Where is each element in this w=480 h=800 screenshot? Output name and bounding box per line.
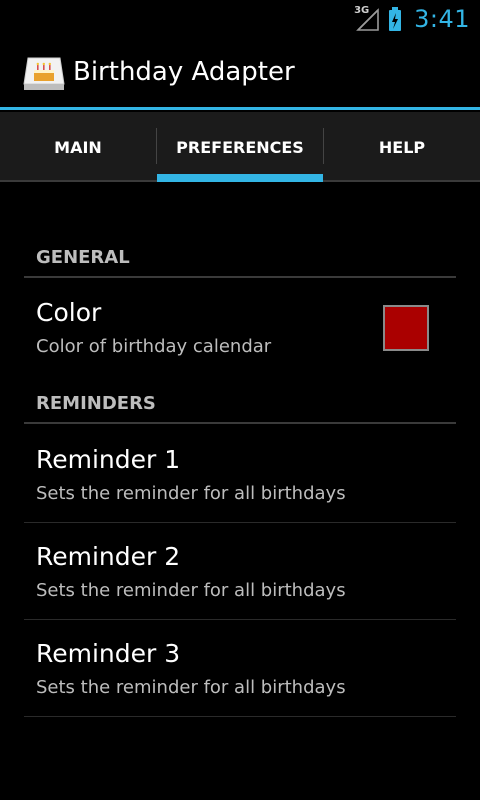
reminder-1-preference[interactable]: Reminder 1 Sets the reminder for all bir…	[24, 426, 456, 523]
tab-preferences[interactable]: PREFERENCES	[157, 112, 323, 182]
reminder-2-title: Reminder 2	[36, 542, 181, 571]
status-icons: 3G 3:41	[354, 0, 470, 38]
reminders-category-label: REMINDERS	[36, 393, 156, 414]
reminders-category-header: REMINDERS	[24, 388, 456, 424]
selected-tab-indicator	[157, 174, 323, 182]
tab-help-label: HELP	[378, 137, 426, 157]
tab-help[interactable]: HELP	[324, 112, 480, 182]
reminder-2-summary: Sets the reminder for all birthdays	[36, 580, 346, 601]
tab-main-label: MAIN	[54, 137, 102, 157]
color-preference-title: Color	[36, 298, 102, 327]
reminder-2-preference[interactable]: Reminder 2 Sets the reminder for all bir…	[24, 523, 456, 620]
reminder-1-summary: Sets the reminder for all birthdays	[36, 483, 346, 504]
app-title: Birthday Adapter	[73, 57, 295, 87]
tab-preferences-label: PREFERENCES	[176, 137, 304, 157]
network-type-label: 3G	[354, 5, 370, 16]
color-swatch[interactable]	[383, 305, 429, 351]
signal-icon: 3G	[354, 5, 380, 32]
preferences-list: GENERAL Color Color of birthday calendar…	[0, 184, 480, 800]
reminder-3-summary: Sets the reminder for all birthdays	[36, 677, 346, 698]
reminder-3-title: Reminder 3	[36, 639, 181, 668]
battery-charging-icon	[388, 6, 402, 32]
status-clock: 3:41	[414, 5, 470, 33]
tab-main[interactable]: MAIN	[0, 112, 156, 182]
color-preference-summary: Color of birthday calendar	[36, 336, 272, 357]
tab-bar: MAIN PREFERENCES HELP	[0, 112, 480, 182]
general-category-label: GENERAL	[36, 247, 130, 268]
birthday-cake-icon[interactable]	[22, 56, 66, 92]
status-bar: 3G 3:41	[0, 0, 480, 38]
color-preference[interactable]: Color Color of birthday calendar	[24, 298, 456, 368]
action-bar: Birthday Adapter	[0, 38, 480, 110]
reminder-3-preference[interactable]: Reminder 3 Sets the reminder for all bir…	[24, 620, 456, 717]
general-category-header: GENERAL	[24, 242, 456, 278]
reminder-1-title: Reminder 1	[36, 445, 181, 474]
